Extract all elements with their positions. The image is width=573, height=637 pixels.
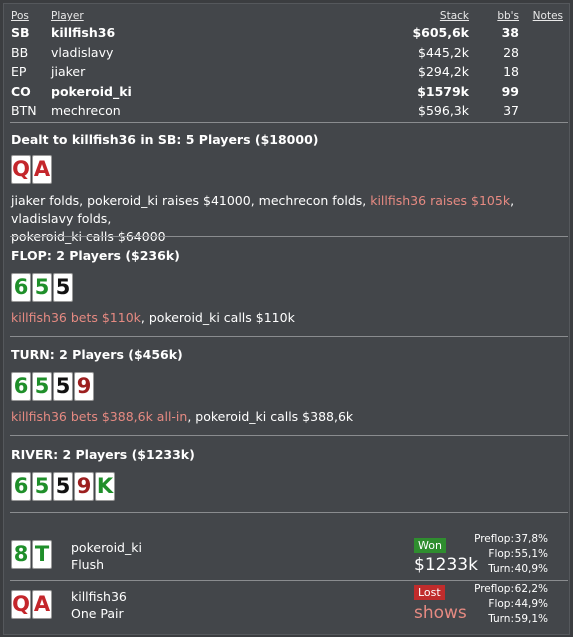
hand-history-panel: Pos Player Stack bb's Notes SB killfish3… [3, 3, 570, 635]
stack-cell: $294,2k [418, 64, 469, 80]
card: T [32, 540, 52, 569]
card: 6 [11, 273, 31, 302]
stack-cell: $1579k [417, 83, 469, 99]
player-column-header[interactable]: Player [51, 10, 84, 22]
equity-value: 37,8% [514, 533, 548, 545]
equity-label: Turn: [488, 563, 514, 575]
card: 5 [53, 472, 73, 501]
players-table: Pos Player Stack bb's Notes SB killfish3… [11, 9, 567, 121]
won-badge: Won [414, 538, 446, 553]
equity-label: Preflop: [474, 533, 514, 545]
stack-cell: $445,2k [418, 44, 469, 60]
bbs-column-header[interactable]: bb's [497, 10, 519, 22]
equity-label: Preflop: [474, 583, 514, 595]
table-row[interactable]: EP jiaker $294,2k 18 [11, 62, 567, 82]
pos-column-header[interactable]: Pos [11, 10, 29, 22]
equity-label: Flop: [488, 548, 514, 560]
bbs-cell: 28 [503, 44, 519, 60]
card: 5 [53, 372, 73, 401]
loser-name: killfish36 [71, 589, 127, 604]
equity-label: Flop: [488, 598, 514, 610]
loser-hole-cards: Q A [11, 590, 52, 619]
divider [10, 336, 568, 337]
river-cards: 6 5 5 9 K [11, 472, 115, 501]
card: 6 [11, 472, 31, 501]
flop-cards: 6 5 5 [11, 273, 73, 302]
action-text: , pokeroid_ki calls $110k [140, 310, 295, 325]
position-cell: CO [11, 83, 31, 99]
preflop-actions: jiaker folds, pokeroid_ki raises $41000,… [11, 192, 567, 246]
card: 5 [32, 372, 52, 401]
hero-action-text: killfish36 raises $105k [370, 193, 511, 208]
position-cell: BB [11, 44, 29, 60]
flop-title: FLOP: 2 Players ($236k) [11, 248, 180, 263]
card: Q [11, 590, 31, 619]
action-text: jiaker folds, pokeroid_ki raises $41000,… [11, 193, 371, 208]
flop-actions: killfish36 bets $110k, pokeroid_ki calls… [11, 309, 567, 327]
turn-cards: 6 5 5 9 [11, 372, 94, 401]
card: 8 [11, 540, 31, 569]
hero-action-text: killfish36 bets $388,6k all-in [11, 409, 188, 424]
table-row[interactable]: CO pokeroid_ki $1579k 99 [11, 82, 567, 102]
action-text: , pokeroid_ki calls $388,6k [187, 409, 354, 424]
players-table-header: Pos Player Stack bb's Notes [11, 9, 567, 23]
card: 9 [74, 472, 94, 501]
bbs-cell: 99 [501, 83, 519, 99]
hero-action-text: killfish36 bets $110k [11, 310, 141, 325]
position-cell: SB [11, 25, 30, 41]
divider [10, 236, 568, 237]
player-name-cell: mechrecon [51, 103, 121, 119]
equity-stats: Preflop:62,2% Flop:44,9% Turn:59,1% [466, 582, 548, 627]
card: K [95, 472, 115, 501]
card: A [32, 155, 52, 184]
card: 5 [32, 273, 52, 302]
equity-value: 59,1% [514, 613, 548, 625]
notes-column-header[interactable]: Notes [533, 10, 563, 22]
divider [10, 122, 568, 123]
bbs-cell: 18 [503, 64, 519, 80]
divider [10, 435, 568, 436]
stack-column-header[interactable]: Stack [440, 10, 469, 22]
winner-name: pokeroid_ki [71, 540, 142, 555]
position-cell: EP [11, 64, 27, 80]
bbs-cell: 37 [503, 103, 519, 119]
card: 5 [32, 472, 52, 501]
table-row[interactable]: SB killfish36 $605,6k 38 [11, 23, 567, 43]
card: 9 [74, 372, 94, 401]
equity-value: 62,2% [514, 583, 548, 595]
winner-hand: Flush [71, 557, 105, 572]
lost-badge: Lost [414, 585, 445, 600]
table-row[interactable]: BB vladislavy $445,2k 28 [11, 43, 567, 63]
divider [10, 512, 568, 513]
stack-cell: $605,6k [412, 25, 469, 41]
player-name-cell: jiaker [51, 64, 86, 80]
turn-title: TURN: 2 Players ($456k) [11, 347, 183, 362]
player-name-cell: vladislavy [51, 44, 114, 60]
winner-hole-cards: 8 T [11, 540, 52, 569]
card: 5 [53, 273, 73, 302]
hero-hole-cards: Q A [11, 155, 52, 184]
card: Q [11, 155, 31, 184]
player-name-cell: killfish36 [51, 25, 116, 41]
card: 6 [11, 372, 31, 401]
equity-value: 55,1% [514, 548, 548, 560]
stack-cell: $596,3k [418, 103, 469, 119]
bbs-cell: 38 [501, 25, 519, 41]
equity-stats: Preflop:37,8% Flop:55,1% Turn:40,9% [466, 532, 548, 577]
preflop-title: Dealt to killfish36 in SB: 5 Players ($1… [11, 132, 319, 147]
position-cell: BTN [11, 103, 37, 119]
loser-hand: One Pair [71, 606, 124, 621]
player-name-cell: pokeroid_ki [51, 83, 132, 99]
river-title: RIVER: 2 Players ($1233k) [11, 447, 195, 462]
shows-label: shows [414, 603, 467, 623]
table-row[interactable]: BTN mechrecon $596,3k 37 [11, 101, 567, 121]
divider [10, 580, 568, 581]
card: A [32, 590, 52, 619]
equity-value: 40,9% [514, 563, 548, 575]
equity-label: Turn: [488, 613, 514, 625]
turn-actions: killfish36 bets $388,6k all-in, pokeroid… [11, 408, 567, 426]
equity-value: 44,9% [514, 598, 548, 610]
